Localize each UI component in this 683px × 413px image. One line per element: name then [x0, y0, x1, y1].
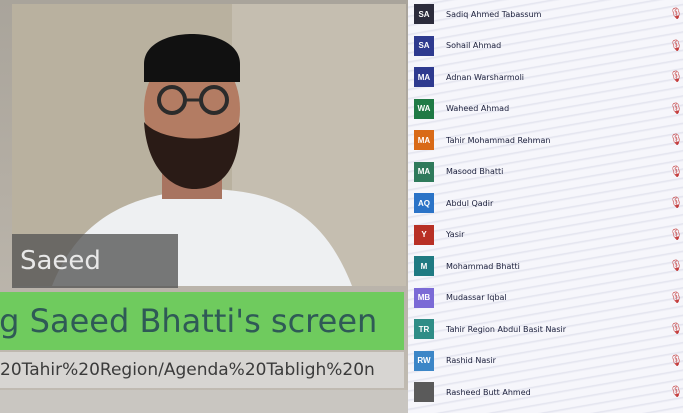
mic-muted-icon[interactable]: 🎙 — [669, 165, 683, 178]
participant-row[interactable]: Rasheed Butt Ahmed 🎙 — [408, 378, 683, 406]
participant-avatar: MA — [414, 67, 434, 87]
participant-row[interactable]: Y Yasir 🎙 — [408, 221, 683, 249]
participant-avatar — [414, 382, 434, 402]
participant-row[interactable]: MA Masood Bhatti 🎙 — [408, 158, 683, 186]
participant-name: Sadiq Ahmed Tabassum — [446, 9, 542, 19]
mic-muted-icon[interactable]: 🎙 — [669, 291, 683, 304]
participant-avatar: AQ — [414, 193, 434, 213]
participant-avatar: Y — [414, 224, 434, 245]
participant-avatar: SA — [414, 4, 434, 24]
participant-name: Waheed Ahmad — [446, 104, 510, 113]
participant-row[interactable]: RW Rashid Nasir 🎙 — [408, 347, 683, 375]
mic-muted-icon[interactable]: 🎙 — [669, 228, 683, 241]
participant-avatar: MA — [414, 130, 434, 150]
participant-avatar: SA — [414, 35, 434, 56]
mic-muted-icon[interactable]: 🎙 — [669, 197, 683, 209]
participant-name: Mohammad Bhatti — [446, 261, 520, 271]
participant-avatar: MA — [414, 161, 434, 182]
participant-row[interactable]: MA Tahir Mohammad Rehman 🎙 — [408, 126, 683, 154]
shared-url-text: 20Tahir%20Region/Agenda%20Tabligh%20n — [0, 352, 404, 388]
participant-avatar: TR — [414, 319, 434, 339]
participant-row[interactable]: SA Sadiq Ahmed Tabassum 🎙 — [408, 0, 683, 28]
mic-muted-icon[interactable]: 🎙 — [669, 260, 683, 272]
participant-name: Adnan Warsharmoli — [446, 72, 525, 82]
participant-row[interactable]: TR Tahir Region Abdul Basit Nasir 🎙 — [408, 315, 683, 343]
participant-name: Tahir Region Abdul Basit Nasir — [446, 324, 567, 334]
participant-name: Masood Bhatti — [446, 167, 504, 176]
participant-avatar: WA — [414, 98, 434, 119]
participants-list[interactable]: SA Sadiq Ahmed Tabassum 🎙 SA Sohail Ahmad 🎙 MA… — [408, 0, 683, 413]
mic-muted-icon[interactable]: 🎙 — [669, 8, 683, 20]
participant-row[interactable]: AQ Abdul Qadir 🎙 — [408, 189, 683, 217]
participant-avatar: M — [414, 256, 434, 276]
participant-name: Yasir — [446, 230, 465, 239]
participant-name: Rashid Nasir — [446, 356, 496, 365]
participant-name: Rasheed Butt Ahmed — [446, 387, 531, 397]
mic-muted-icon[interactable]: 🎙 — [669, 323, 683, 335]
participant-row[interactable]: MA Adnan Warsharmoli 🎙 — [408, 63, 683, 91]
participant-row[interactable]: MB Mudassar Iqbal 🎙 — [408, 284, 683, 312]
participant-row[interactable]: M Mohammad Bhatti 🎙 — [408, 252, 683, 280]
participant-name: Abdul Qadir — [446, 198, 494, 208]
participant-name: Tahir Mohammad Rehman — [446, 135, 551, 145]
video-pane: Saeed Bhatti ing Saeed Bhatti's screen 2… — [0, 0, 408, 413]
mic-muted-icon[interactable]: 🎙 — [669, 102, 683, 115]
mic-muted-icon[interactable]: 🎙 — [669, 354, 683, 367]
mic-muted-icon[interactable]: 🎙 — [669, 386, 683, 398]
mic-muted-icon[interactable]: 🎙 — [669, 71, 683, 83]
participant-avatar: RW — [414, 350, 434, 371]
participant-avatar: MB — [414, 287, 434, 308]
participant-name: Sohail Ahmad — [446, 41, 502, 50]
mic-muted-icon[interactable]: 🎙 — [669, 134, 683, 146]
bottom-strip — [0, 390, 408, 413]
participant-row[interactable]: WA Waheed Ahmad 🎙 — [408, 95, 683, 123]
participant-name: Mudassar Iqbal — [446, 293, 507, 302]
mic-muted-icon[interactable]: 🎙 — [669, 39, 683, 52]
screen-share-banner: ing Saeed Bhatti's screen — [0, 292, 404, 350]
participant-row[interactable]: SA Sohail Ahmad 🎙 — [408, 32, 683, 60]
speaker-name-label: Saeed Bhatti — [12, 234, 178, 330]
